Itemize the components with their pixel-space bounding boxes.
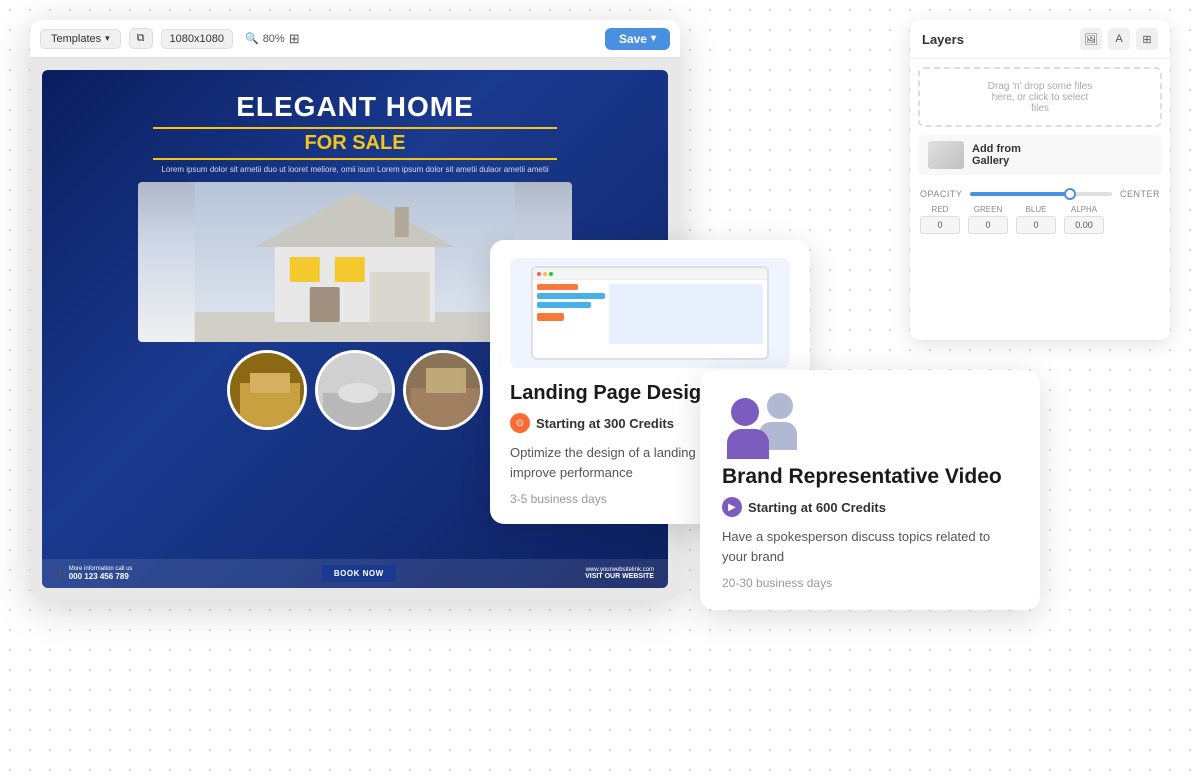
property-circle-1: [227, 350, 307, 430]
footer-phone: 📞 More information call us 000 123 456 7…: [56, 566, 132, 581]
mini-bar-btn: [537, 313, 564, 321]
people-icon: [727, 393, 797, 448]
red-label: RED: [932, 205, 949, 214]
brand-description: Have a spokesperson discuss topics relat…: [722, 527, 1018, 566]
opacity-label: OPACITY: [920, 189, 962, 199]
green-input-group: GREEN 0: [968, 205, 1008, 234]
mini-browser-content: [533, 280, 767, 348]
save-arrow-icon: ▾: [651, 33, 656, 44]
gallery-placeholder-image: [928, 141, 964, 169]
blue-field[interactable]: 0: [1016, 216, 1056, 234]
opacity-row: OPACITY CENTER: [920, 189, 1160, 199]
opacity-slider[interactable]: [970, 192, 1112, 196]
add-from-gallery-button[interactable]: Add from Gallery: [918, 135, 1162, 175]
alpha-field[interactable]: 0.00: [1064, 216, 1104, 234]
landing-credits-icon: ⊙: [510, 413, 530, 433]
blue-label: BLUE: [1026, 205, 1047, 214]
brand-service-title: Brand Representative Video: [722, 464, 1018, 489]
design-title-line1: ELEGANT HOME: [66, 92, 644, 123]
person-front: [727, 398, 769, 459]
brand-card-icon: [722, 390, 802, 450]
zoom-control: 🔍 80% ⊞: [245, 31, 300, 47]
layers-panel: Layers 🖼 A ⊞ Drag 'n' drop some files he…: [910, 20, 1170, 340]
save-button[interactable]: Save ▾: [605, 28, 670, 50]
green-label: GREEN: [974, 205, 1002, 214]
brand-credits: ▶ Starting at 600 Credits: [722, 497, 1018, 517]
browser-dot-yellow: [543, 272, 547, 276]
brand-representative-card: Brand Representative Video ▶ Starting at…: [700, 370, 1040, 610]
blue-input-group: BLUE 0: [1016, 205, 1056, 234]
browser-dot-green: [549, 272, 553, 276]
red-input-group: RED 0: [920, 205, 960, 234]
layers-controls: OPACITY CENTER RED 0 GREEN 0 BLUE: [918, 185, 1162, 238]
mini-bar-3: [537, 302, 591, 308]
layers-toolbar: 🖼 A ⊞: [1080, 28, 1158, 50]
editor-toolbar: Templates ▾ ⧉ 1080x1080 🔍 80% ⊞ Save ▾: [30, 20, 680, 58]
layer-text-icon[interactable]: A: [1108, 28, 1130, 50]
design-footer: 📞 More information call us 000 123 456 7…: [42, 559, 668, 588]
design-title-line2: FOR SALE: [153, 127, 558, 160]
mini-sidebar: [537, 284, 605, 344]
brand-credits-text: Starting at 600 Credits: [748, 500, 886, 515]
brand-duration: 20-30 business days: [722, 576, 1018, 590]
canvas-size: 1080x1080: [161, 29, 233, 49]
property-circle-2: [315, 350, 395, 430]
footer-website: www.yourwebsitelink.com VISIT OUR WEBSIT…: [585, 567, 654, 580]
person-head-front: [731, 398, 759, 426]
red-field[interactable]: 0: [920, 216, 960, 234]
green-field[interactable]: 0: [968, 216, 1008, 234]
opacity-slider-fill: [970, 192, 1069, 196]
mini-main-content: [609, 284, 763, 344]
alpha-label: ALPHA: [1071, 205, 1097, 214]
browser-dot-red: [537, 272, 541, 276]
templates-button[interactable]: Templates ▾: [40, 29, 121, 49]
color-inputs: RED 0 GREEN 0 BLUE 0 ALPHA 0.00: [920, 205, 1160, 234]
mini-bar-1: [537, 284, 578, 290]
landing-page-preview: [510, 258, 790, 368]
person-head-back: [767, 393, 793, 419]
design-lorem-text: Lorem ipsum dolor sit ametii duo ut loor…: [66, 164, 644, 176]
layers-panel-body: Drag 'n' drop some files here, or click …: [910, 59, 1170, 339]
alpha-input-group: ALPHA 0.00: [1064, 205, 1104, 234]
opacity-slider-thumb[interactable]: [1064, 188, 1076, 200]
templates-arrow-icon: ▾: [105, 33, 110, 44]
layer-image-icon[interactable]: 🖼: [1080, 28, 1102, 50]
layer-add-icon[interactable]: ⊞: [1136, 28, 1158, 50]
center-label: CENTER: [1120, 189, 1160, 199]
brand-credits-icon: ▶: [722, 497, 742, 517]
mini-browser-bar: [533, 268, 767, 280]
layers-panel-title: Layers: [922, 32, 964, 47]
layers-panel-header: Layers 🖼 A ⊞: [910, 20, 1170, 59]
add-gallery-label: Add from Gallery: [972, 143, 1021, 167]
book-now-btn: BOOK NOW: [322, 565, 396, 582]
copy-button[interactable]: ⧉: [129, 28, 153, 49]
landing-credits-text: Starting at 300 Credits: [536, 416, 674, 431]
property-circle-3: [403, 350, 483, 430]
mini-bar-2: [537, 293, 605, 299]
mini-browser-mockup: [531, 266, 769, 360]
person-body-front: [727, 429, 769, 459]
layers-dropzone[interactable]: Drag 'n' drop some files here, or click …: [918, 67, 1162, 127]
